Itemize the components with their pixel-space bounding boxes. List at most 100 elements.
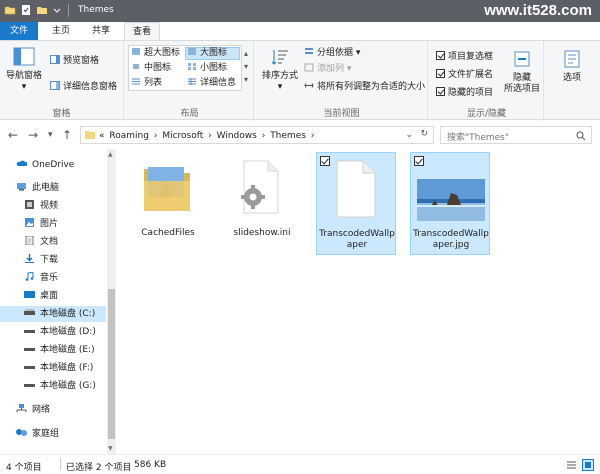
file-item-slideshow[interactable]: slideshow.ini xyxy=(222,155,302,245)
scroll-up-icon[interactable]: ▲ xyxy=(108,151,113,158)
layout-scroll[interactable]: ▴ ▾ ▾ xyxy=(244,47,248,86)
nav-pane-scrollbar[interactable]: ▲ ▼ xyxy=(107,149,116,454)
layout-large[interactable]: 大图标 xyxy=(187,47,227,60)
forward-arrow-icon[interactable]: → xyxy=(28,128,38,142)
medium-icons-icon xyxy=(133,64,139,69)
recent-locations-icon[interactable]: ▾ xyxy=(48,130,53,140)
checkbox-checked[interactable] xyxy=(436,51,445,60)
sort-by-button[interactable]: 排序方式 ▾ xyxy=(260,47,300,93)
tab-file[interactable]: 文件 xyxy=(0,22,38,40)
nav-drive-f-label: 本地磁盘 (F:) xyxy=(40,363,94,373)
nav-network[interactable]: 网络 xyxy=(16,402,50,418)
large-icons-view-icon[interactable] xyxy=(582,459,594,471)
nav-drive-f[interactable]: 本地磁盘 (F:) xyxy=(24,360,93,376)
details-icon xyxy=(188,78,196,85)
file-item-transcodedwallpaper[interactable]: TranscodedWallpaper xyxy=(316,152,396,255)
scroll-down-icon[interactable]: ▼ xyxy=(108,445,113,452)
nav-this-pc-label: 此电脑 xyxy=(32,183,60,193)
up-arrow-icon[interactable]: ↑ xyxy=(62,128,72,142)
nav-documents[interactable]: 文档 xyxy=(24,234,58,250)
tab-home[interactable]: 主页 xyxy=(44,22,78,40)
item-check-boxes-toggle[interactable]: 项目复选框 xyxy=(436,51,493,64)
layout-medium[interactable]: 中图标 xyxy=(131,62,171,75)
dropdown-arrow-icon: ▾ xyxy=(277,82,283,92)
details-view-icon[interactable] xyxy=(566,460,577,470)
folder-icon xyxy=(85,131,95,139)
nav-drive-c[interactable]: 本地磁盘 (C:) xyxy=(0,306,106,322)
breadcrumb-windows[interactable]: Windows xyxy=(217,131,257,141)
nav-drive-d[interactable]: 本地磁盘 (D:) xyxy=(24,324,96,340)
layout-list-label: 列表 xyxy=(144,78,163,88)
hidden-items-toggle[interactable]: 隐藏的项目 xyxy=(436,87,493,100)
nav-desktop[interactable]: 桌面 xyxy=(24,288,58,304)
breadcrumb-separator[interactable]: › xyxy=(154,131,158,141)
group-by-button[interactable]: 分组依据 ▾ xyxy=(304,47,360,60)
properties-icon[interactable] xyxy=(20,4,32,16)
hide-selected-button[interactable]: 隐藏 所选项目 xyxy=(502,49,542,95)
nav-downloads[interactable]: 下载 xyxy=(24,252,58,268)
file-extensions-toggle[interactable]: 文件扩展名 xyxy=(436,69,493,82)
layout-extra-large[interactable]: 超大图标 xyxy=(131,47,180,60)
show-hide-group-label: 显示/隐藏 xyxy=(466,109,507,119)
nav-videos[interactable]: 视频 xyxy=(24,198,58,214)
group-by-label: 分组依据 xyxy=(317,48,354,58)
documents-icon xyxy=(25,236,34,245)
folder-icon xyxy=(144,167,190,211)
address-bar-row: ← → ▾ ↑ « Roaming › Microsoft › Windows … xyxy=(0,121,600,149)
hidden-items-label: 隐藏的项目 xyxy=(448,88,494,98)
preview-pane-button[interactable]: 预览窗格 xyxy=(50,55,99,68)
nav-music[interactable]: 音乐 xyxy=(24,270,58,286)
checkbox-checked[interactable] xyxy=(414,156,424,166)
chevron-down-icon[interactable] xyxy=(52,4,62,16)
details-pane-button[interactable]: 详细信息窗格 xyxy=(50,81,117,94)
nav-onedrive[interactable]: OneDrive xyxy=(16,157,74,173)
breadcrumb-separator[interactable]: › xyxy=(311,131,315,141)
size-all-columns-button[interactable]: 将所有列调整为合适的大小 xyxy=(304,81,425,94)
file-item-transcodedwallpaper-jpg[interactable]: TranscodedWallpaper.jpg xyxy=(410,152,490,255)
layout-small[interactable]: 小图标 xyxy=(187,62,227,75)
options-button[interactable]: 选项 xyxy=(552,49,592,84)
tab-share[interactable]: 共享 xyxy=(84,22,118,40)
breadcrumb-separator[interactable]: › xyxy=(262,131,266,141)
title-bar: Themes www.it528.com xyxy=(0,0,600,22)
search-box[interactable]: 搜索"Themes" xyxy=(440,126,592,144)
options-label: 选项 xyxy=(562,73,581,83)
checkbox-checked[interactable] xyxy=(436,69,445,78)
scrollbar-thumb[interactable] xyxy=(108,289,115,439)
large-icons-icon xyxy=(132,48,140,55)
breadcrumb-themes[interactable]: Themes xyxy=(270,131,306,141)
layout-list[interactable]: 列表 xyxy=(131,77,162,90)
current-view-group: 排序方式 ▾ 分组依据 ▾ 添加列 ▾ 将所有列调整为合适的大小 当前视图 xyxy=(256,41,428,121)
nav-pictures[interactable]: 图片 xyxy=(24,216,58,232)
nav-pane-button[interactable]: 导航窗格 ▾ xyxy=(2,47,46,93)
breadcrumb-overflow[interactable]: « xyxy=(99,131,105,141)
address-bar[interactable]: « Roaming › Microsoft › Windows › Themes… xyxy=(80,126,434,144)
tab-view[interactable]: 查看 xyxy=(124,22,160,40)
nav-homegroup[interactable]: 家庭组 xyxy=(16,426,59,442)
checkbox-checked[interactable] xyxy=(436,87,445,96)
address-dropdown-icon[interactable]: ⌄ xyxy=(405,130,413,140)
nav-desktop-label: 桌面 xyxy=(40,291,59,301)
file-item-cachedfiles[interactable]: CachedFiles xyxy=(128,155,208,245)
breadcrumb-microsoft[interactable]: Microsoft xyxy=(162,131,203,141)
nav-drive-e[interactable]: 本地磁盘 (E:) xyxy=(24,342,95,358)
nav-music-label: 音乐 xyxy=(40,273,59,283)
ribbon: 导航窗格 ▾ 预览窗格 详细信息窗格 窗格 超大图标 大图标 中图标 小图标 列表… xyxy=(0,40,600,121)
search-icon[interactable] xyxy=(576,131,586,141)
back-arrow-icon[interactable]: ← xyxy=(8,128,18,142)
layout-details[interactable]: 详细信息 xyxy=(187,77,236,90)
nav-drive-g[interactable]: 本地磁盘 (G:) xyxy=(24,378,96,394)
layout-medium-label: 中图标 xyxy=(144,63,172,73)
breadcrumb-roaming[interactable]: Roaming xyxy=(109,131,149,141)
large-icons-icon xyxy=(188,48,196,55)
nav-drive-d-label: 本地磁盘 (D:) xyxy=(40,327,96,337)
add-columns-button[interactable]: 添加列 ▾ xyxy=(304,63,351,76)
refresh-icon[interactable]: ↻ xyxy=(420,129,428,139)
nav-this-pc[interactable]: 此电脑 xyxy=(16,180,59,196)
breadcrumb-separator[interactable]: › xyxy=(208,131,212,141)
checkbox-checked[interactable] xyxy=(320,156,330,166)
preview-pane-icon xyxy=(50,55,60,64)
details-pane-icon xyxy=(50,81,60,90)
details-pane-label: 详细信息窗格 xyxy=(63,82,118,92)
new-folder-icon[interactable] xyxy=(36,4,48,16)
